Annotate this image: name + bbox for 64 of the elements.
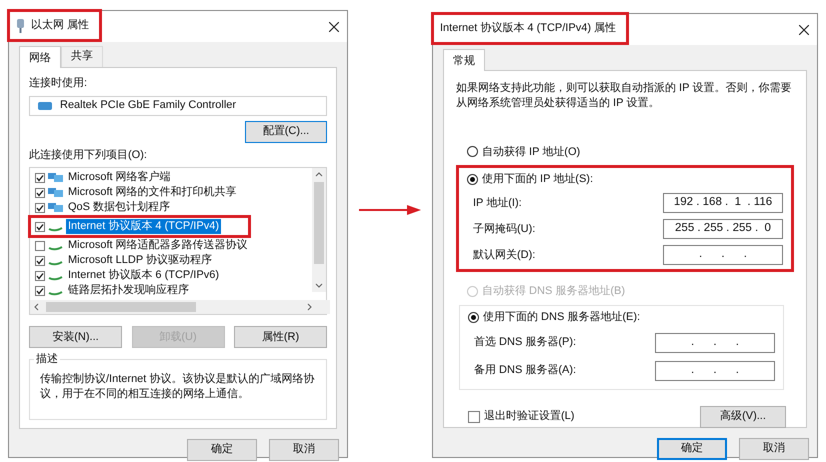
list-item[interactable]: Internet 协议版本 6 (TCP/IPv6) (66, 268, 221, 284)
dialog-button[interactable]: 取消 (269, 438, 339, 461)
arrow (359, 204, 421, 216)
checkbox[interactable] (35, 222, 45, 232)
check-icon (36, 222, 44, 231)
tab[interactable]: 网络 (19, 46, 61, 68)
field-label: 默认网关(D): (473, 248, 536, 263)
checkbox[interactable] (468, 410, 480, 423)
network-icon (48, 202, 63, 214)
vertical-scrollbar[interactable] (312, 168, 326, 292)
list-item[interactable]: Microsoft LLDP 协议驱动程序 (66, 253, 214, 268)
description-text: 传输控制协议/Internet 协议。该协议是默认的广域网络协议，用于在不同的相互连接的网络上通信。 (40, 372, 316, 402)
list-item[interactable]: 链路层拓扑发现响应程序 (66, 283, 191, 298)
checkbox[interactable] (35, 172, 45, 183)
checkbox[interactable] (35, 270, 45, 281)
ip-address-field[interactable]: . . . (663, 245, 783, 266)
checkbox-label: 退出时验证设置(L) (484, 409, 574, 424)
field-label: 子网掩码(U): (473, 222, 536, 237)
network-plug-icon (16, 18, 25, 32)
tab[interactable]: 常规 (443, 49, 485, 71)
network-icon (48, 172, 63, 184)
radio-button[interactable] (467, 174, 478, 186)
checkbox[interactable] (35, 202, 45, 213)
adapter-name: Realtek PCIe GbE Family Controller (60, 98, 236, 114)
close-icon[interactable] (799, 24, 809, 34)
ip-address-field[interactable]: . . . (655, 332, 775, 353)
radio-label: 使用下面的 DNS 服务器地址(E): (483, 310, 640, 325)
checkbox[interactable] (35, 286, 45, 296)
dialog-button[interactable]: 确定 (187, 438, 257, 461)
window-title: 以太网 属性 (31, 18, 90, 33)
tab[interactable]: 共享 (61, 46, 103, 67)
radio-label: 使用下面的 IP 地址(S): (482, 172, 594, 188)
radio-label: 自动获得 IP 地址(O) (482, 144, 580, 160)
list-item[interactable]: Microsoft 网络的文件和打印机共享 (66, 185, 239, 200)
network-icon (48, 187, 63, 198)
configure-button[interactable]: 配置(C)... (245, 120, 327, 142)
checkbox[interactable] (35, 240, 45, 251)
list-item[interactable]: Microsoft 网络适配器多路传送器协议 (66, 238, 250, 254)
radio-button[interactable] (468, 312, 479, 323)
radio-button[interactable] (467, 146, 478, 158)
window-title: Internet 协议版本 4 (TCP/IPv4) 属性 (440, 21, 616, 36)
horizontal-scrollbar[interactable] (30, 300, 330, 314)
dialog-button[interactable]: 确定 (657, 438, 727, 460)
ip-address-field[interactable]: . . . (655, 360, 775, 381)
field-label: 此连接使用下列项目(O): (29, 148, 148, 162)
list-item[interactable]: Internet 协议版本 4 (TCP/IPv4) (66, 219, 221, 234)
list-item[interactable]: QoS 数据包计划程序 (66, 200, 172, 216)
ip-address-field[interactable]: 255 . 255 . 255 . 0 (663, 219, 783, 240)
field-label: IP 地址(I): (473, 196, 522, 211)
field-label: 首选 DNS 服务器(P): (474, 335, 576, 350)
checkbox[interactable] (35, 188, 45, 198)
advanced-button[interactable]: 高级(V)... (700, 406, 786, 428)
checkbox[interactable] (35, 256, 45, 266)
item-button[interactable]: 安装(N)... (29, 326, 122, 348)
ip-address-field[interactable]: 192 . 168 . 1 . 116 (663, 193, 783, 214)
intro-text: 如果网络支持此功能，则可以获取自动指派的 IP 设置。否则，你需要从网络系统管理员处获得适当的 IP 设置。 (456, 80, 792, 111)
list-item[interactable]: Microsoft 网络客户端 (66, 170, 173, 186)
field-label: 备用 DNS 服务器(A): (474, 363, 576, 378)
item-button[interactable]: 属性(R) (234, 326, 327, 348)
dialog-button[interactable]: 取消 (739, 438, 809, 460)
field-label: 连接时使用: (29, 76, 88, 91)
adapter-icon (38, 100, 52, 111)
radio-label: 自动获得 DNS 服务器地址(B) (482, 284, 625, 300)
close-icon[interactable] (329, 22, 339, 32)
